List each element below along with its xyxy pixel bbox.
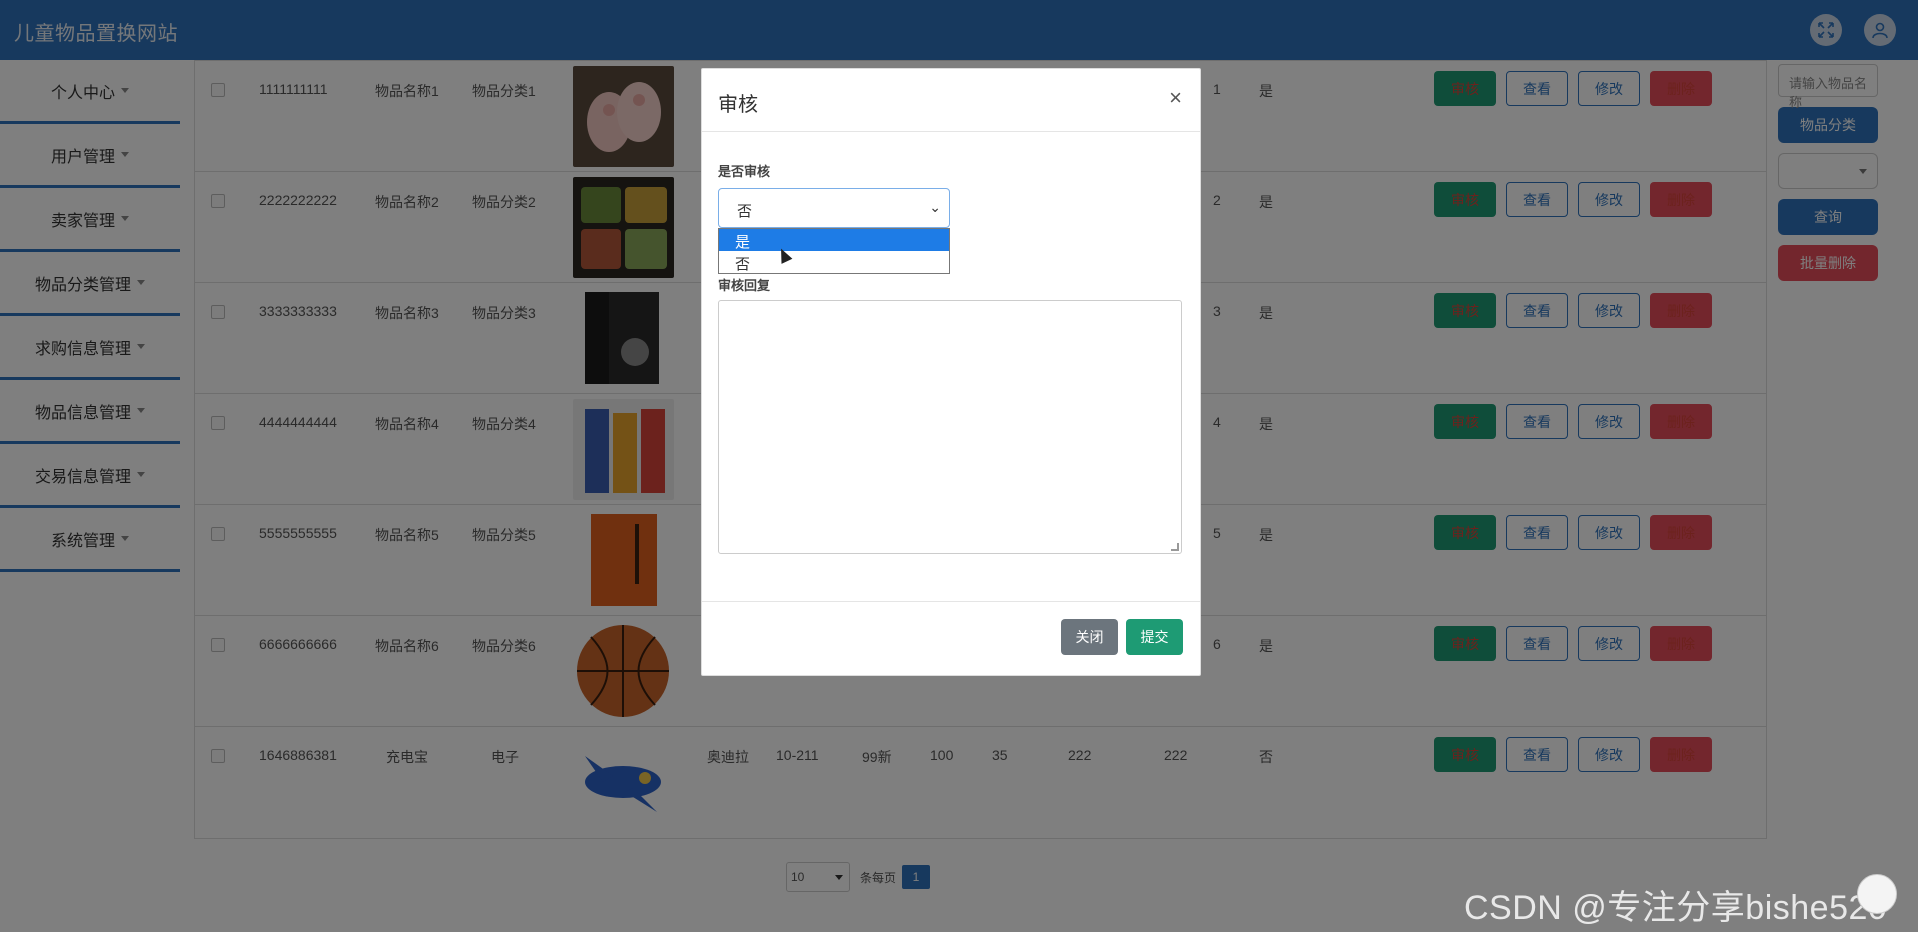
audit-status-options: 是 否 — [718, 228, 950, 274]
audit-status-select[interactable]: 否 ⌄ — [718, 188, 950, 228]
audit-status-value: 否 — [737, 203, 753, 220]
audit-modal: 审核 × 是否审核 否 ⌄ 是 否 审核回复 关闭 提交 — [701, 68, 1201, 676]
audit-status-label: 是否审核 — [718, 164, 771, 179]
audit-reply-textarea[interactable] — [718, 300, 1182, 554]
watermark: CSDN @专注分享bishe520 — [1464, 889, 1888, 927]
close-button[interactable]: 关闭 — [1061, 619, 1118, 655]
modal-title: 审核 — [718, 94, 758, 116]
close-icon[interactable]: × — [1169, 85, 1182, 111]
modal-header: 审核 × — [702, 69, 1200, 132]
chevron-down-icon: ⌄ — [929, 199, 941, 215]
audit-reply-label: 审核回复 — [718, 278, 771, 293]
option-no[interactable]: 否 — [719, 251, 949, 273]
resize-grip-icon[interactable] — [1171, 543, 1179, 551]
modal-footer: 关闭 提交 — [702, 601, 1200, 676]
back-to-top-button[interactable] — [1857, 874, 1897, 914]
submit-button[interactable]: 提交 — [1126, 619, 1183, 655]
option-yes[interactable]: 是 — [719, 229, 949, 251]
